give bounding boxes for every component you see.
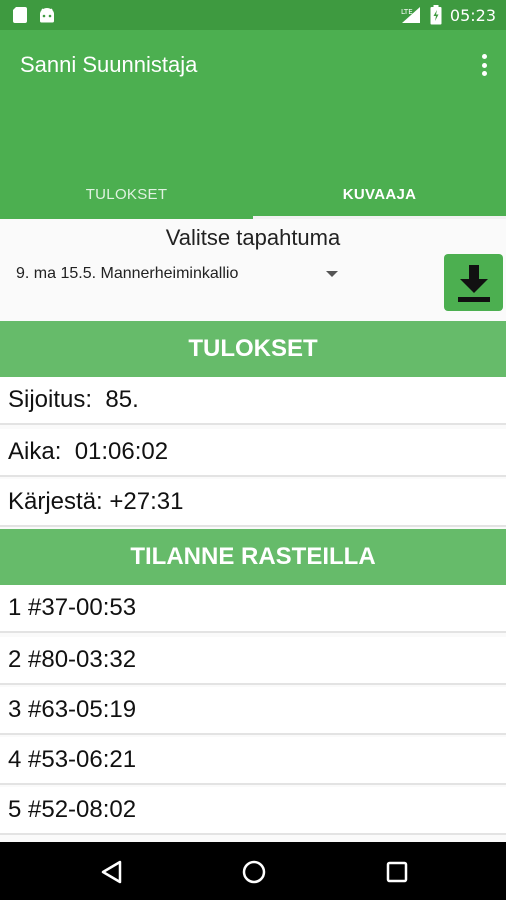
status-time: 05:23: [449, 5, 496, 25]
tab-tulokset[interactable]: TULOKSET: [0, 170, 253, 219]
android-icon: [40, 8, 54, 23]
overflow-menu-icon-dot: [481, 71, 487, 76]
overflow-menu-icon: [481, 54, 487, 59]
tab-kuvaaja[interactable]: KUVAAJA: [253, 170, 506, 219]
status-bar: LTE 05:23: [0, 0, 506, 30]
navigation-bar: [0, 842, 506, 900]
event-heading: Valitse tapahtuma: [165, 225, 341, 250]
download-icon: [457, 264, 490, 302]
checkpoint-row: 2 #80-03:32: [0, 637, 506, 685]
overflow-menu-button[interactable]: [478, 50, 490, 80]
sd-card-icon: [13, 7, 27, 23]
event-dropdown[interactable]: 9. ma 15.5. Mannerheiminkallio: [16, 261, 342, 287]
event-dropdown-value: 9. ma 15.5. Mannerheiminkallio: [16, 265, 239, 282]
checkpoint-row: 5 #52-08:02: [0, 787, 506, 835]
status-notifications: [12, 6, 56, 24]
checkpoints-header: TILANNE RASTEILLA: [0, 529, 506, 585]
result-row-gap: Kärjestä: +27:31: [0, 479, 506, 527]
recents-icon[interactable]: [383, 858, 411, 886]
dropdown-caret-icon: [326, 271, 338, 277]
tab-bar: TULOKSET KUVAAJA: [0, 170, 506, 219]
result-row-time: Aika: 01:06:02: [0, 429, 506, 477]
signal-icon: LTE: [401, 7, 420, 23]
status-system: LTE 05:23: [400, 5, 496, 25]
battery-icon: [430, 5, 442, 25]
overflow-menu-icon-dot: [481, 62, 487, 68]
svg-text:LTE: LTE: [401, 8, 413, 16]
back-icon[interactable]: [98, 858, 126, 886]
result-row-placement: Sijoitus: 85.: [0, 377, 506, 425]
app-title: Sanni Suunnistaja: [20, 52, 198, 77]
results-header: TULOKSET: [0, 321, 506, 377]
checkpoint-row: 4 #53-06:21: [0, 737, 506, 785]
download-button[interactable]: [444, 254, 503, 311]
checkpoint-row: 3 #63-05:19: [0, 687, 506, 735]
home-icon[interactable]: [240, 858, 268, 886]
checkpoint-row: 1 #37-00:53: [0, 585, 506, 633]
event-panel: Valitse tapahtuma 9. ma 15.5. Mannerheim…: [0, 219, 506, 321]
app-bar: Sanni Suunnistaja TULOKSET KUVAAJA: [0, 30, 506, 219]
